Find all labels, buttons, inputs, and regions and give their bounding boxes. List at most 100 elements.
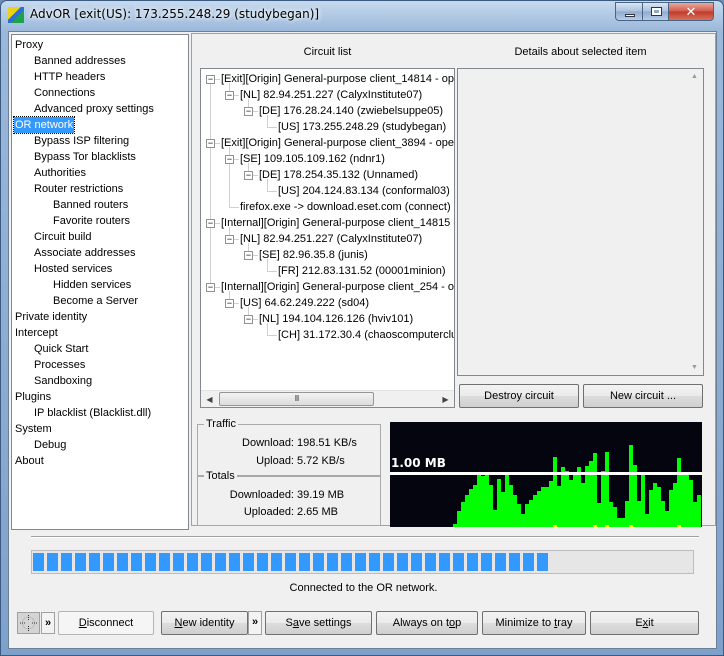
nav-item[interactable]: Authorities <box>33 165 87 181</box>
progress-segment <box>397 553 408 571</box>
circuit-tree-item[interactable]: [DE] 178.254.35.132 (Unnamed) <box>259 167 418 183</box>
new-identity-button[interactable]: New identity <box>161 611 248 635</box>
progress-segment <box>495 553 506 571</box>
scroll-right-icon[interactable]: ▶ <box>437 391 454 407</box>
nav-item[interactable]: Banned routers <box>52 197 129 213</box>
scroll-thumb[interactable]: III <box>219 392 374 406</box>
nav-item[interactable]: Advanced proxy settings <box>33 101 155 117</box>
nav-item[interactable]: Processes <box>33 357 86 373</box>
progress-segment <box>439 553 450 571</box>
nav-item[interactable]: Connections <box>33 85 96 101</box>
circuit-tree-item[interactable]: [Internal][Origin] General-purpose clien… <box>221 279 454 295</box>
nav-item[interactable]: Circuit build <box>33 229 92 245</box>
collapse-icon[interactable]: − <box>244 251 253 260</box>
collapse-icon[interactable]: − <box>225 91 234 100</box>
exit-button[interactable]: Exit <box>590 611 699 635</box>
nav-item[interactable]: Associate addresses <box>33 245 137 261</box>
nav-item[interactable]: Proxy <box>14 37 44 53</box>
save-settings-button[interactable]: Save settings <box>265 611 372 635</box>
plugin-toolbar-button[interactable] <box>17 612 40 634</box>
connection-status: Connected to the OR network. <box>289 582 438 594</box>
nav-item[interactable]: Become a Server <box>52 293 139 309</box>
scroll-down-icon[interactable]: ▼ <box>686 364 703 371</box>
minimize-to-tray-button[interactable]: Minimize to tray <box>482 611 586 635</box>
nav-item[interactable]: Router restrictions <box>33 181 124 197</box>
details-box[interactable]: ▲ ▼ <box>457 68 704 376</box>
new-circuit-button[interactable]: New circuit ... <box>583 384 703 408</box>
nav-item[interactable]: OR network <box>12 116 76 134</box>
circuit-tree-item[interactable]: [NL] 82.94.251.227 (CalyxInstitute07) <box>240 87 422 103</box>
progress-segment <box>229 553 240 571</box>
collapse-icon[interactable]: − <box>206 139 215 148</box>
plugin-more-button[interactable]: » <box>41 612 55 634</box>
maximize-button[interactable] <box>642 2 669 21</box>
window-title: AdvOR [exit(US): 173.255.248.29 (studybe… <box>30 7 320 21</box>
app-window: AdvOR [exit(US): 173.255.248.29 (studybe… <box>0 0 724 656</box>
minimize-button[interactable] <box>615 2 643 21</box>
circuit-tree-item[interactable]: [US] 173.255.248.29 (studybegan) <box>278 119 446 135</box>
nav-item[interactable]: Bypass ISP filtering <box>33 133 130 149</box>
uploaded-label: Uploaded: <box>243 506 294 518</box>
details-header: Details about selected item <box>514 46 647 58</box>
collapse-icon[interactable]: − <box>225 155 234 164</box>
new-identity-more-button[interactable]: » <box>248 611 262 635</box>
disconnect-button[interactable]: Disconnect <box>58 611 154 635</box>
nav-item[interactable]: Debug <box>33 437 67 453</box>
circuit-tree-item[interactable]: [CH] 31.172.30.4 (chaoscomputerclu <box>278 327 454 343</box>
nav-item[interactable]: Favorite routers <box>52 213 131 229</box>
collapse-icon[interactable]: − <box>206 219 215 228</box>
progress-segment <box>33 553 44 571</box>
close-button[interactable]: ✕ <box>668 2 714 21</box>
title-bar[interactable]: AdvOR [exit(US): 173.255.248.29 (studybe… <box>1 1 723 29</box>
nav-item[interactable]: Hosted services <box>33 261 113 277</box>
nav-item[interactable]: System <box>14 421 53 437</box>
circuit-tree-item[interactable]: [FR] 212.83.131.52 (00001minion) <box>278 263 446 279</box>
destroy-circuit-button[interactable]: Destroy circuit <box>459 384 579 408</box>
circuit-tree-item[interactable]: [Exit][Origin] General-purpose client_14… <box>221 71 454 87</box>
totals-group: Totals Downloaded: 39.19 MB Uploaded: 2.… <box>197 469 381 526</box>
collapse-icon[interactable]: − <box>225 235 234 244</box>
settings-tree[interactable]: Proxy Banned addresses HTTP headers Connect… <box>11 34 189 530</box>
collapse-icon[interactable]: − <box>225 299 234 308</box>
vertical-scrollbar[interactable]: ▲ ▼ <box>686 69 703 375</box>
circuit-tree-item[interactable]: [US] 64.62.249.222 (sd04) <box>240 295 369 311</box>
progress-segment <box>201 553 212 571</box>
scroll-left-icon[interactable]: ◀ <box>201 391 218 407</box>
nav-item[interactable]: Sandboxing <box>33 373 93 389</box>
collapse-icon[interactable]: − <box>244 107 253 116</box>
circuit-tree-item[interactable]: [SE] 82.96.35.8 (junis) <box>259 247 368 263</box>
progress-segment <box>187 553 198 571</box>
totals-title: Totals <box>204 469 237 483</box>
nav-item[interactable]: IP blacklist (Blacklist.dll) <box>33 405 152 421</box>
always-on-top-button[interactable]: Always on top <box>376 611 478 635</box>
scroll-up-icon[interactable]: ▲ <box>686 73 703 80</box>
circuit-tree-item[interactable]: [DE] 176.28.24.140 (zwiebelsuppe05) <box>259 103 443 119</box>
nav-item[interactable]: Quick Start <box>33 341 89 357</box>
circuit-tree-item[interactable]: [NL] 194.104.126.126 (hviv101) <box>259 311 413 327</box>
progress-segment <box>159 553 170 571</box>
horizontal-scrollbar[interactable]: ◀ III ▶ <box>201 390 454 407</box>
collapse-icon[interactable]: − <box>244 315 253 324</box>
nav-item[interactable]: HTTP headers <box>33 69 106 85</box>
circuit-tree-item[interactable]: [SE] 109.105.109.162 (ndnr1) <box>240 151 385 167</box>
circuit-tree-item[interactable]: [US] 204.124.83.134 (conformal03) <box>278 183 450 199</box>
progress-segment <box>47 553 58 571</box>
circuit-tree-item[interactable]: [Internal][Origin] General-purpose clien… <box>221 215 454 231</box>
nav-item[interactable]: Private identity <box>14 309 88 325</box>
progress-segment <box>327 553 338 571</box>
circuit-tree-item[interactable]: firefox.exe -> download.eset.com (connec… <box>240 199 451 215</box>
collapse-icon[interactable]: − <box>206 75 215 84</box>
nav-item[interactable]: Banned addresses <box>33 53 127 69</box>
nav-item[interactable]: About <box>14 453 45 469</box>
collapse-icon[interactable]: − <box>244 171 253 180</box>
circuit-tree-item[interactable]: [NL] 82.94.251.227 (CalyxInstitute07) <box>240 231 422 247</box>
progress-segment <box>89 553 100 571</box>
nav-item[interactable]: Bypass Tor blacklists <box>33 149 137 165</box>
nav-item[interactable]: Plugins <box>14 389 52 405</box>
circuit-tree[interactable]: ◀ III ▶ − [Exit][Origin] General-purpose … <box>200 68 455 408</box>
uploaded-value: 2.65 MB <box>297 506 338 518</box>
nav-item[interactable]: Hidden services <box>52 277 132 293</box>
nav-item[interactable]: Intercept <box>14 325 59 341</box>
collapse-icon[interactable]: − <box>206 283 215 292</box>
circuit-tree-item[interactable]: [Exit][Origin] General-purpose client_38… <box>221 135 454 151</box>
